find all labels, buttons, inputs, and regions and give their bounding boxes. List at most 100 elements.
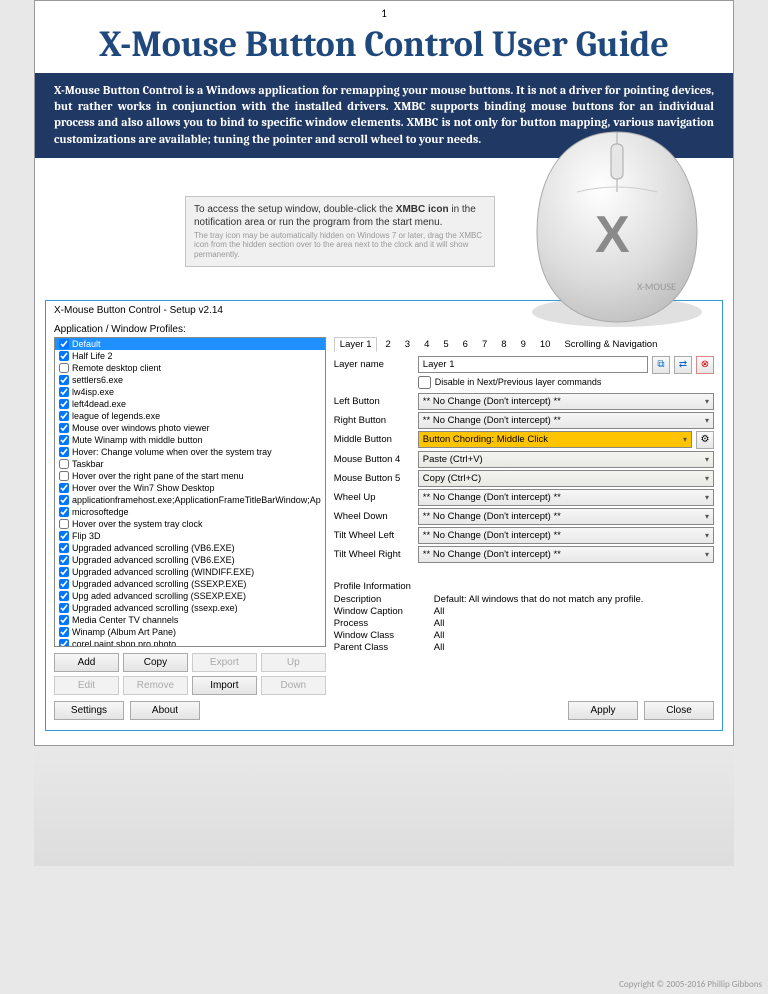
list-item[interactable]: settlers6.exe	[55, 374, 325, 386]
add-button[interactable]: Add	[54, 653, 119, 672]
profile-checkbox[interactable]	[59, 399, 69, 409]
copy-layer-icon[interactable]: ⧉	[652, 356, 670, 374]
list-item[interactable]: Upgraded advanced scrolling (SSEXP.EXE)	[55, 578, 325, 590]
list-item[interactable]: Taskbar	[55, 458, 325, 470]
profile-checkbox[interactable]	[59, 351, 69, 361]
settings-button[interactable]: Settings	[54, 701, 124, 720]
profile-checkbox[interactable]	[59, 603, 69, 613]
profile-checkbox[interactable]	[59, 411, 69, 421]
tab-layer-6[interactable]: 6	[457, 337, 474, 352]
document-title: X-Mouse Button Control User Guide	[35, 22, 733, 73]
list-item[interactable]: Upgraded advanced scrolling (VB6.EXE)	[55, 554, 325, 566]
profile-checkbox[interactable]	[59, 471, 69, 481]
profile-listbox[interactable]: DefaultHalf Life 2Remote desktop clients…	[54, 337, 326, 647]
list-item[interactable]: Winamp (Album Art Pane)	[55, 626, 325, 638]
middle-button-dropdown[interactable]: Button Chording: Middle Click	[418, 431, 692, 448]
disable-layer-label: Disable in Next/Previous layer commands	[435, 377, 602, 387]
tab-layer-9[interactable]: 9	[515, 337, 532, 352]
tilt-wheel-left-dropdown[interactable]: ** No Change (Don't intercept) **	[418, 527, 714, 544]
list-item[interactable]: lw4isp.exe	[55, 386, 325, 398]
profile-checkbox[interactable]	[59, 435, 69, 445]
list-item[interactable]: applicationframehost.exe;ApplicationFram…	[55, 494, 325, 506]
list-item[interactable]: Half Life 2	[55, 350, 325, 362]
list-item[interactable]: Hover: Change volume when over the syste…	[55, 446, 325, 458]
list-item[interactable]: Hover over the right pane of the start m…	[55, 470, 325, 482]
down-button[interactable]: Down	[261, 676, 326, 695]
close-button[interactable]: Close	[644, 701, 714, 720]
list-item[interactable]: Hover over the system tray clock	[55, 518, 325, 530]
list-item[interactable]: left4dead.exe	[55, 398, 325, 410]
profile-checkbox[interactable]	[59, 363, 69, 373]
remove-button[interactable]: Remove	[123, 676, 188, 695]
list-item[interactable]: Mouse over windows photo viewer	[55, 422, 325, 434]
list-item[interactable]: Upg aded advanced scrolling (SSEXP.EXE)	[55, 590, 325, 602]
profile-checkbox[interactable]	[59, 591, 69, 601]
profile-checkbox[interactable]	[59, 339, 69, 349]
tab-layer-1[interactable]: Layer 1	[334, 337, 378, 352]
list-item[interactable]: Hover over the Win7 Show Desktop	[55, 482, 325, 494]
mouse-button-4-dropdown[interactable]: Paste (Ctrl+V)	[418, 451, 714, 468]
wheel-up-dropdown[interactable]: ** No Change (Don't intercept) **	[418, 489, 714, 506]
profile-checkbox[interactable]	[59, 519, 69, 529]
tab-layer-10[interactable]: 10	[534, 337, 557, 352]
list-item[interactable]: Default	[55, 338, 325, 350]
swap-layer-icon[interactable]: ⇄	[674, 356, 692, 374]
profile-checkbox[interactable]	[59, 627, 69, 637]
profile-checkbox[interactable]	[59, 531, 69, 541]
tip-area: To access the setup window, double-click…	[35, 172, 733, 292]
profile-checkbox[interactable]	[59, 483, 69, 493]
middle-config-icon[interactable]: ⚙	[696, 431, 714, 449]
about-button[interactable]: About	[130, 701, 200, 720]
profile-checkbox[interactable]	[59, 375, 69, 385]
disable-layer-checkbox[interactable]	[418, 376, 431, 389]
profile-checkbox[interactable]	[59, 579, 69, 589]
profile-checkbox[interactable]	[59, 447, 69, 457]
export-button[interactable]: Export	[192, 653, 257, 672]
list-item[interactable]: Upgraded advanced scrolling (VB6.EXE)	[55, 542, 325, 554]
clear-layer-icon[interactable]: ⊗	[696, 356, 714, 374]
profile-checkbox[interactable]	[59, 615, 69, 625]
profile-checkbox[interactable]	[59, 507, 69, 517]
list-item[interactable]: Upgraded advanced scrolling (WINDIFF.EXE…	[55, 566, 325, 578]
edit-button[interactable]: Edit	[54, 676, 119, 695]
apply-button[interactable]: Apply	[568, 701, 638, 720]
tilt-wheel-right-label: Tilt Wheel Right	[334, 549, 414, 560]
profile-label: Remote desktop client	[72, 362, 161, 374]
tilt-wheel-right-dropdown[interactable]: ** No Change (Don't intercept) **	[418, 546, 714, 563]
profile-checkbox[interactable]	[59, 495, 69, 505]
tab-layer-7[interactable]: 7	[476, 337, 493, 352]
list-item[interactable]: Upgraded advanced scrolling (ssexp.exe)	[55, 602, 325, 614]
tab-layer-4[interactable]: 4	[418, 337, 435, 352]
tab-scrolling[interactable]: Scrolling & Navigation	[558, 337, 663, 352]
list-item[interactable]: Flip 3D	[55, 530, 325, 542]
import-button[interactable]: Import	[192, 676, 257, 695]
profile-checkbox[interactable]	[59, 543, 69, 553]
tab-layer-5[interactable]: 5	[437, 337, 454, 352]
info-process-label: Process	[334, 618, 424, 629]
list-item[interactable]: corel paint shop pro photo	[55, 638, 325, 647]
profile-checkbox[interactable]	[59, 639, 69, 647]
profile-checkbox[interactable]	[59, 459, 69, 469]
profile-label: Mouse over windows photo viewer	[72, 422, 210, 434]
right-button-dropdown[interactable]: ** No Change (Don't intercept) **	[418, 412, 714, 429]
list-item[interactable]: Mute Winamp with middle button	[55, 434, 325, 446]
up-button[interactable]: Up	[261, 653, 326, 672]
tilt-wheel-left-label: Tilt Wheel Left	[334, 530, 414, 541]
wheel-down-dropdown[interactable]: ** No Change (Don't intercept) **	[418, 508, 714, 525]
tab-layer-3[interactable]: 3	[399, 337, 416, 352]
profile-checkbox[interactable]	[59, 567, 69, 577]
copy-button[interactable]: Copy	[123, 653, 188, 672]
profile-checkbox[interactable]	[59, 423, 69, 433]
left-button-dropdown[interactable]: ** No Change (Don't intercept) **	[418, 393, 714, 410]
mouse-button-5-dropdown[interactable]: Copy (Ctrl+C)	[418, 470, 714, 487]
list-item[interactable]: league of legends.exe	[55, 410, 325, 422]
tab-layer-8[interactable]: 8	[495, 337, 512, 352]
profile-checkbox[interactable]	[59, 387, 69, 397]
list-item[interactable]: Remote desktop client	[55, 362, 325, 374]
info-winclass-label: Window Class	[334, 630, 424, 641]
list-item[interactable]: Media Center TV channels	[55, 614, 325, 626]
tab-layer-2[interactable]: 2	[379, 337, 396, 352]
profile-checkbox[interactable]	[59, 555, 69, 565]
layer-name-input[interactable]	[418, 356, 648, 373]
list-item[interactable]: microsoftedge	[55, 506, 325, 518]
